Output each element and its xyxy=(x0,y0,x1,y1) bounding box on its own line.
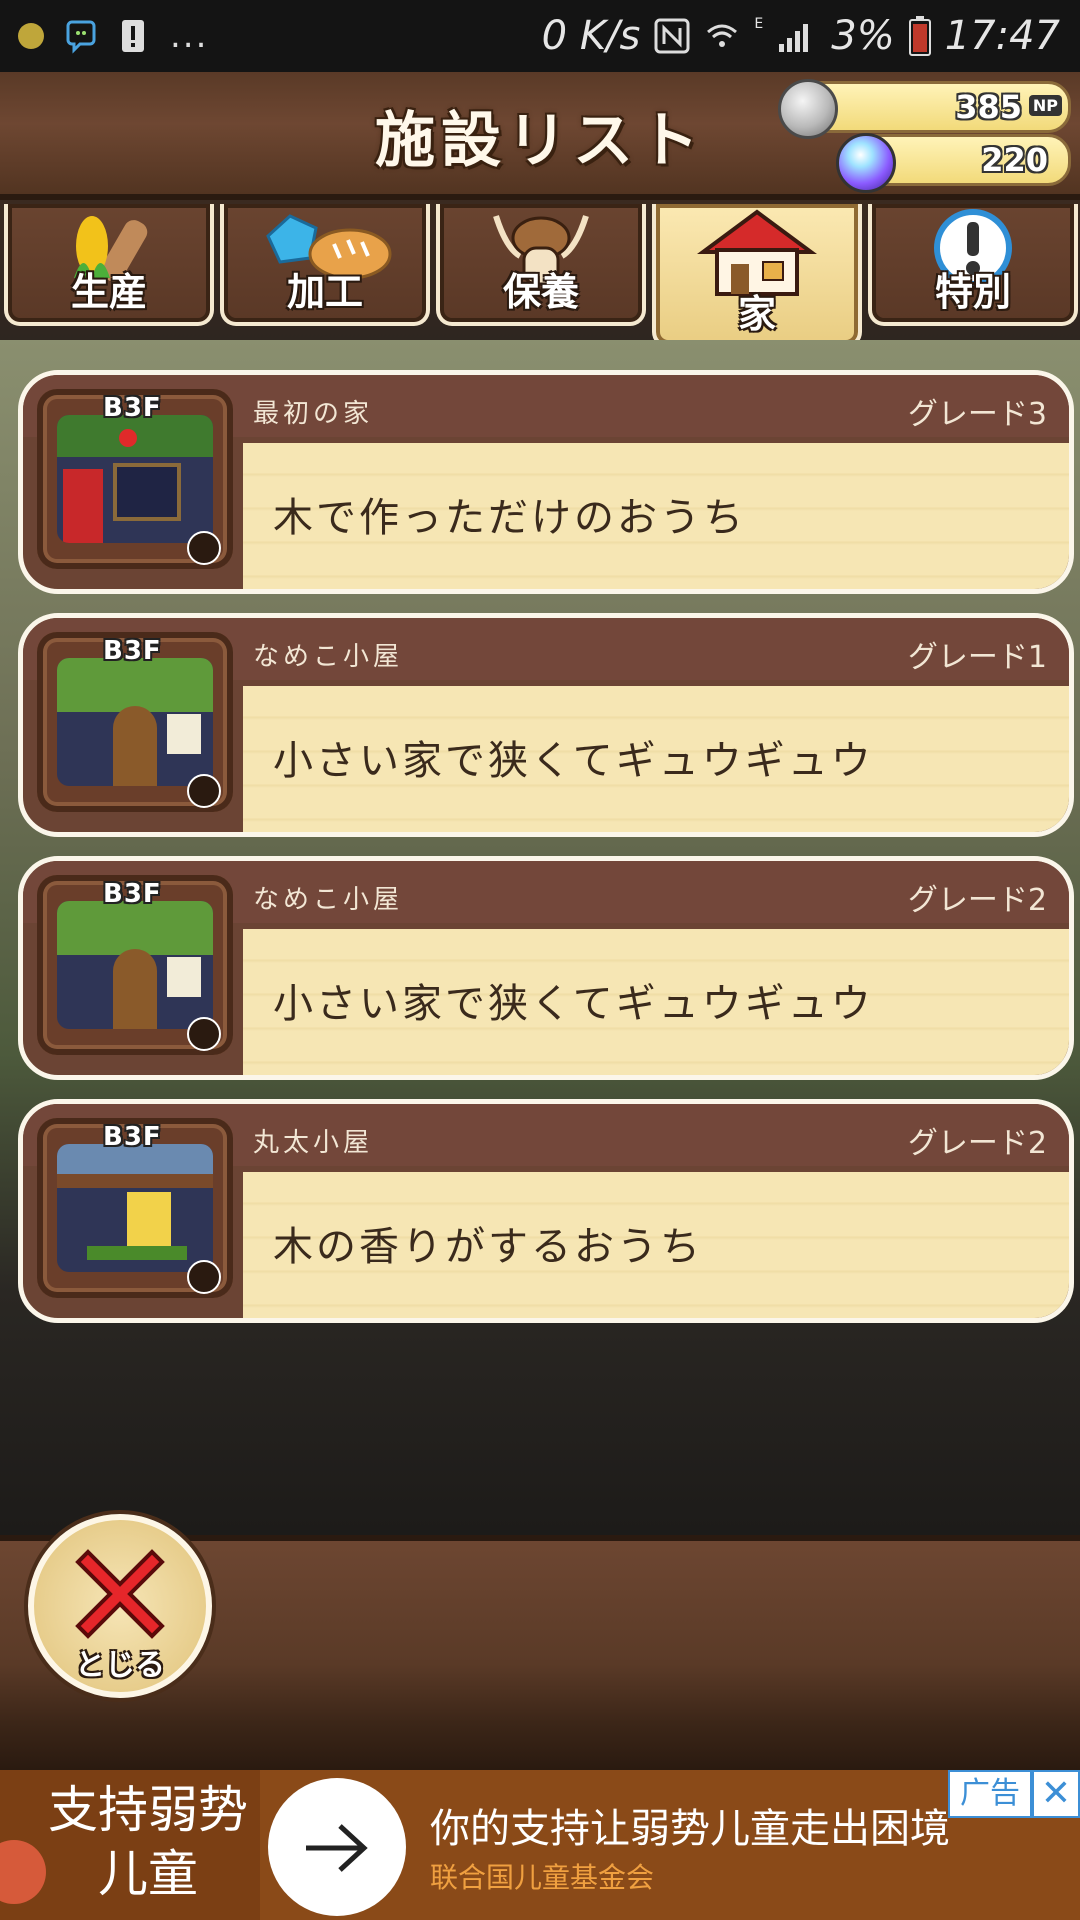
facility-list: B3F 最初の家 グレード3 木で作っただけのおうち B3F なめこ小屋 グレー… xyxy=(0,340,1080,1530)
gem-icon xyxy=(836,133,896,193)
facility-description: 木の香りがするおうち xyxy=(273,1224,703,1270)
tab-label: 保養 xyxy=(502,270,579,314)
page-title: 施設リスト xyxy=(375,106,705,176)
np-amount: 385 xyxy=(955,88,1022,126)
leaf-hut-image xyxy=(57,901,213,1029)
tab-label: 家 xyxy=(737,292,776,336)
ad-sponsor: 联合国儿童基金会 xyxy=(430,1861,655,1894)
tab-label: 特別 xyxy=(934,270,1011,314)
facility-item[interactable]: B3F なめこ小屋 グレード2 小さい家で狭くてギュウギュウ xyxy=(18,856,1074,1080)
floor-badge: B3F xyxy=(103,879,162,909)
floor-badge: B3F xyxy=(103,1122,162,1152)
tab-label: 加工 xyxy=(286,270,363,314)
home-marker-icon xyxy=(187,531,221,565)
clock: 17:47 xyxy=(944,13,1060,59)
gem-amount: 220 xyxy=(981,141,1048,179)
chat-notification-icon xyxy=(66,20,96,54)
log-cabin-image xyxy=(57,1144,213,1272)
ad-headline: 你的支持让弱势儿童走出困境 xyxy=(430,1806,950,1852)
battery-icon xyxy=(908,16,931,56)
nfc-icon xyxy=(654,18,690,54)
close-label: とじる xyxy=(75,1648,165,1683)
alert-notification-icon xyxy=(122,20,144,52)
signal-icon xyxy=(779,24,809,52)
facility-grade: グレード3 xyxy=(907,397,1047,432)
facility-grade: グレード2 xyxy=(907,1126,1047,1161)
facility-thumbnail: B3F xyxy=(37,1118,233,1298)
tab-processing[interactable]: 加工 xyxy=(220,204,430,326)
tab-house[interactable]: 家 xyxy=(652,204,862,348)
ad-arrow-button[interactable] xyxy=(268,1778,406,1916)
leaf-hut-image xyxy=(57,658,213,786)
coin-icon xyxy=(778,79,838,139)
home-marker-icon xyxy=(187,1260,221,1294)
close-icon xyxy=(75,1549,165,1639)
facility-description: 小さい家で狭くてギュウギュウ xyxy=(273,738,874,784)
wifi-icon xyxy=(707,24,738,47)
facility-grade: グレード1 xyxy=(907,640,1047,675)
facility-name: 最初の家 xyxy=(253,399,374,429)
close-button[interactable]: とじる xyxy=(28,1514,212,1698)
tab-special[interactable]: 特別 xyxy=(868,204,1078,326)
ad-banner[interactable]: 支持弱势儿童 你的支持让弱势儿童走出困境 联合国儿童基金会 广告 ✕ xyxy=(0,1770,1080,1920)
facility-description: 小さい家で狭くてギュウギュウ xyxy=(273,981,874,1027)
tab-production[interactable]: 生産 xyxy=(4,204,214,326)
network-speed: 0 K/s xyxy=(541,13,641,59)
facility-thumbnail: B3F xyxy=(37,632,233,812)
more-notifications-text: ... xyxy=(170,16,209,56)
notification-dot-icon xyxy=(18,23,44,49)
status-bar: ... 0 K/s E 3% 17:47 xyxy=(0,0,1080,72)
facility-name: なめこ小屋 xyxy=(253,885,404,915)
tab-label: 生産 xyxy=(70,270,147,314)
battery-percent: 3% xyxy=(831,13,895,59)
facility-description: 木で作っただけのおうち xyxy=(273,495,746,541)
ad-label: 广告 xyxy=(948,1770,1032,1818)
facility-name: 丸太小屋 xyxy=(253,1128,374,1158)
home-marker-icon xyxy=(187,1017,221,1051)
tab-care[interactable]: 保養 xyxy=(436,204,646,326)
facility-grade: グレード2 xyxy=(907,883,1047,918)
facility-thumbnail: B3F xyxy=(37,389,233,569)
facility-name: なめこ小屋 xyxy=(253,642,404,672)
facility-item[interactable]: B3F 最初の家 グレード3 木で作っただけのおうち xyxy=(18,370,1074,594)
facility-item[interactable]: B3F 丸太小屋 グレード2 木の香りがするおうち xyxy=(18,1099,1074,1323)
network-type: E xyxy=(754,16,764,32)
ad-left-text: 支持弱势儿童 xyxy=(48,1781,248,1903)
arrow-right-icon xyxy=(306,1824,368,1872)
facility-item[interactable]: B3F なめこ小屋 グレード1 小さい家で狭くてギュウギュウ xyxy=(18,613,1074,837)
facility-thumbnail: B3F xyxy=(37,875,233,1055)
ad-close-button[interactable]: ✕ xyxy=(1032,1770,1080,1818)
category-tabs: 生産 加工 保養 家 特別 xyxy=(0,200,1080,355)
np-unit: NP xyxy=(1028,95,1062,116)
home-marker-icon xyxy=(187,774,221,808)
ad-image-panel: 支持弱势儿童 xyxy=(0,1770,260,1920)
tree-house-image xyxy=(57,415,213,543)
floor-badge: B3F xyxy=(103,393,162,423)
floor-badge: B3F xyxy=(103,636,162,666)
